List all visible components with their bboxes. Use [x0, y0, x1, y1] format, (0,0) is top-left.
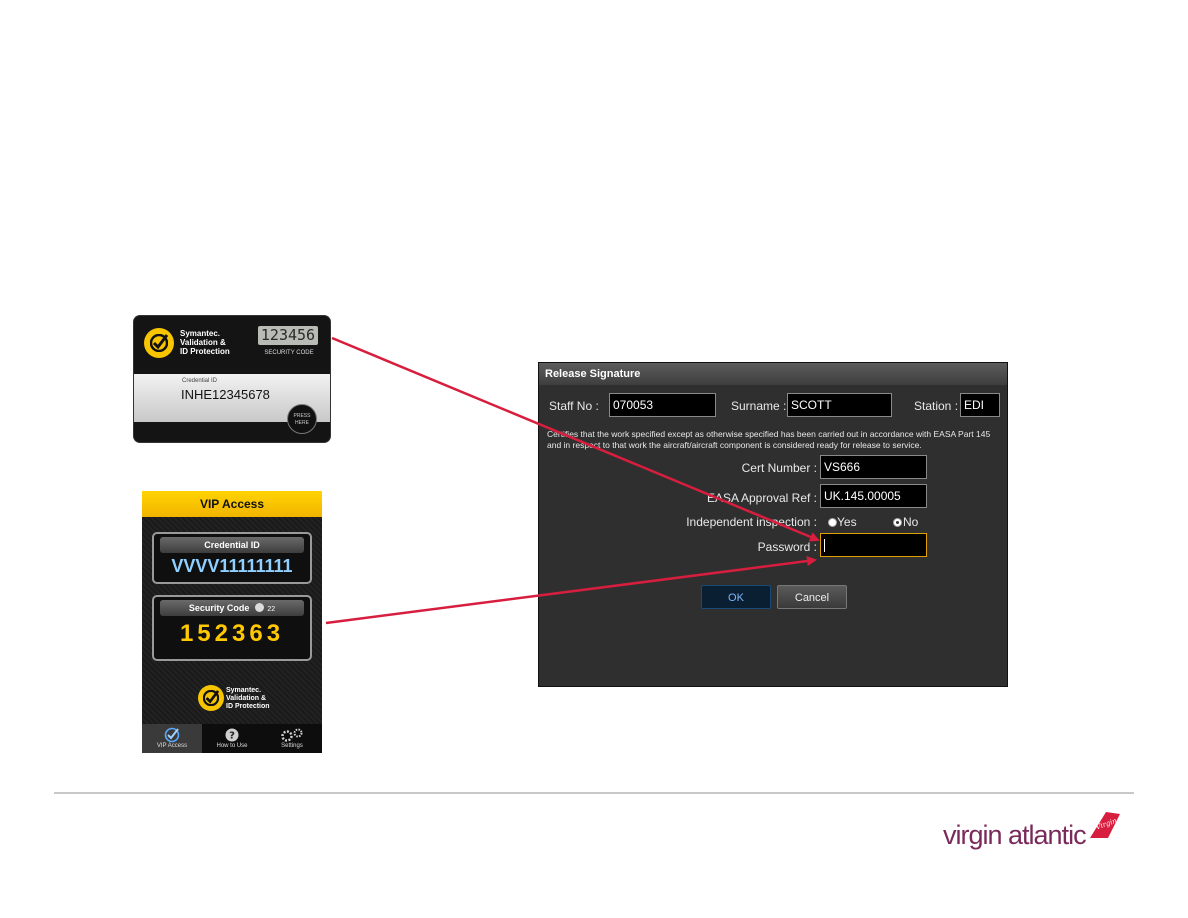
token-to-password-arrow — [331, 336, 820, 542]
footer-divider — [54, 792, 1134, 794]
connector-arrows — [325, 336, 820, 625]
virgin-tail-logo-icon: Virgin — [1088, 808, 1122, 847]
virgin-atlantic-logo: virgin atlantic — [943, 820, 1087, 850]
app-to-password-arrow — [325, 556, 817, 625]
